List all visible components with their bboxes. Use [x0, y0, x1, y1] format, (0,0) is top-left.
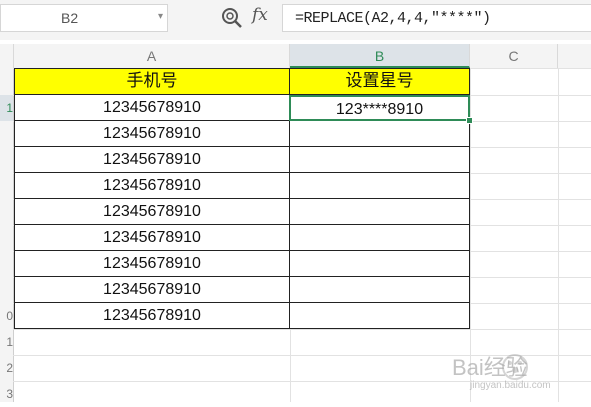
cell-a[interactable]: 12345678910	[14, 95, 290, 121]
watermark-subtext: jingyan.baidu.com	[470, 380, 551, 391]
column-header-c[interactable]: C	[470, 44, 558, 68]
row-header[interactable]	[0, 225, 13, 251]
cell-b[interactable]	[289, 199, 470, 225]
gridline	[13, 329, 591, 330]
cell-a[interactable]: 12345678910	[14, 251, 290, 277]
cell-a[interactable]: 12345678910	[14, 121, 290, 147]
row-header[interactable]	[0, 277, 13, 303]
formula-text: =REPLACE(A2,4,4,"****")	[295, 10, 491, 27]
selected-cell-b2[interactable]: 123****8910	[289, 95, 470, 121]
name-box[interactable]: B2 ▾	[0, 4, 168, 32]
cell-a[interactable]: 12345678910	[14, 199, 290, 225]
cell-b[interactable]	[289, 303, 470, 329]
cell-a[interactable]: 12345678910	[14, 303, 290, 329]
cell-a[interactable]: 12345678910	[14, 225, 290, 251]
fx-icon[interactable]: fx	[252, 5, 268, 25]
row-header[interactable]	[0, 147, 13, 173]
row-header[interactable]: 3	[0, 381, 13, 407]
cell-b[interactable]	[289, 121, 470, 147]
row-header[interactable]: 0	[0, 303, 13, 329]
cell-a[interactable]: 12345678910	[14, 277, 290, 303]
header-cell-b[interactable]: 设置星号	[289, 68, 470, 95]
row-header[interactable]	[0, 68, 13, 94]
name-box-value: B2	[61, 10, 79, 26]
row-header[interactable]	[0, 251, 13, 277]
row-header[interactable]	[0, 121, 13, 147]
cell-a[interactable]: 12345678910	[14, 173, 290, 199]
row-header[interactable]: 1	[0, 95, 13, 121]
cell-b[interactable]	[289, 147, 470, 173]
select-all-corner[interactable]	[0, 44, 14, 68]
row-header[interactable]	[0, 173, 13, 199]
formula-input[interactable]: =REPLACE(A2,4,4,"****")	[282, 4, 591, 32]
formula-toolbar: B2 ▾ fx =REPLACE(A2,4,4,"****")	[0, 0, 591, 40]
cell-b[interactable]	[289, 225, 470, 251]
zoom-icon[interactable]	[221, 7, 243, 29]
column-header-a[interactable]: A	[14, 44, 290, 68]
row-header[interactable]: 2	[0, 355, 13, 381]
header-cell-a[interactable]: 手机号	[14, 68, 290, 95]
watermark-text: Bai经验	[452, 355, 528, 380]
fill-handle[interactable]	[466, 117, 473, 124]
column-header-b[interactable]: B	[290, 44, 470, 68]
row-header[interactable]: 1	[0, 329, 13, 355]
row-header[interactable]	[0, 199, 13, 225]
cell-b[interactable]	[289, 277, 470, 303]
chevron-down-icon[interactable]: ▾	[158, 11, 163, 22]
cell-a[interactable]: 12345678910	[14, 147, 290, 173]
cell-b[interactable]	[289, 173, 470, 199]
cell-b[interactable]	[289, 251, 470, 277]
